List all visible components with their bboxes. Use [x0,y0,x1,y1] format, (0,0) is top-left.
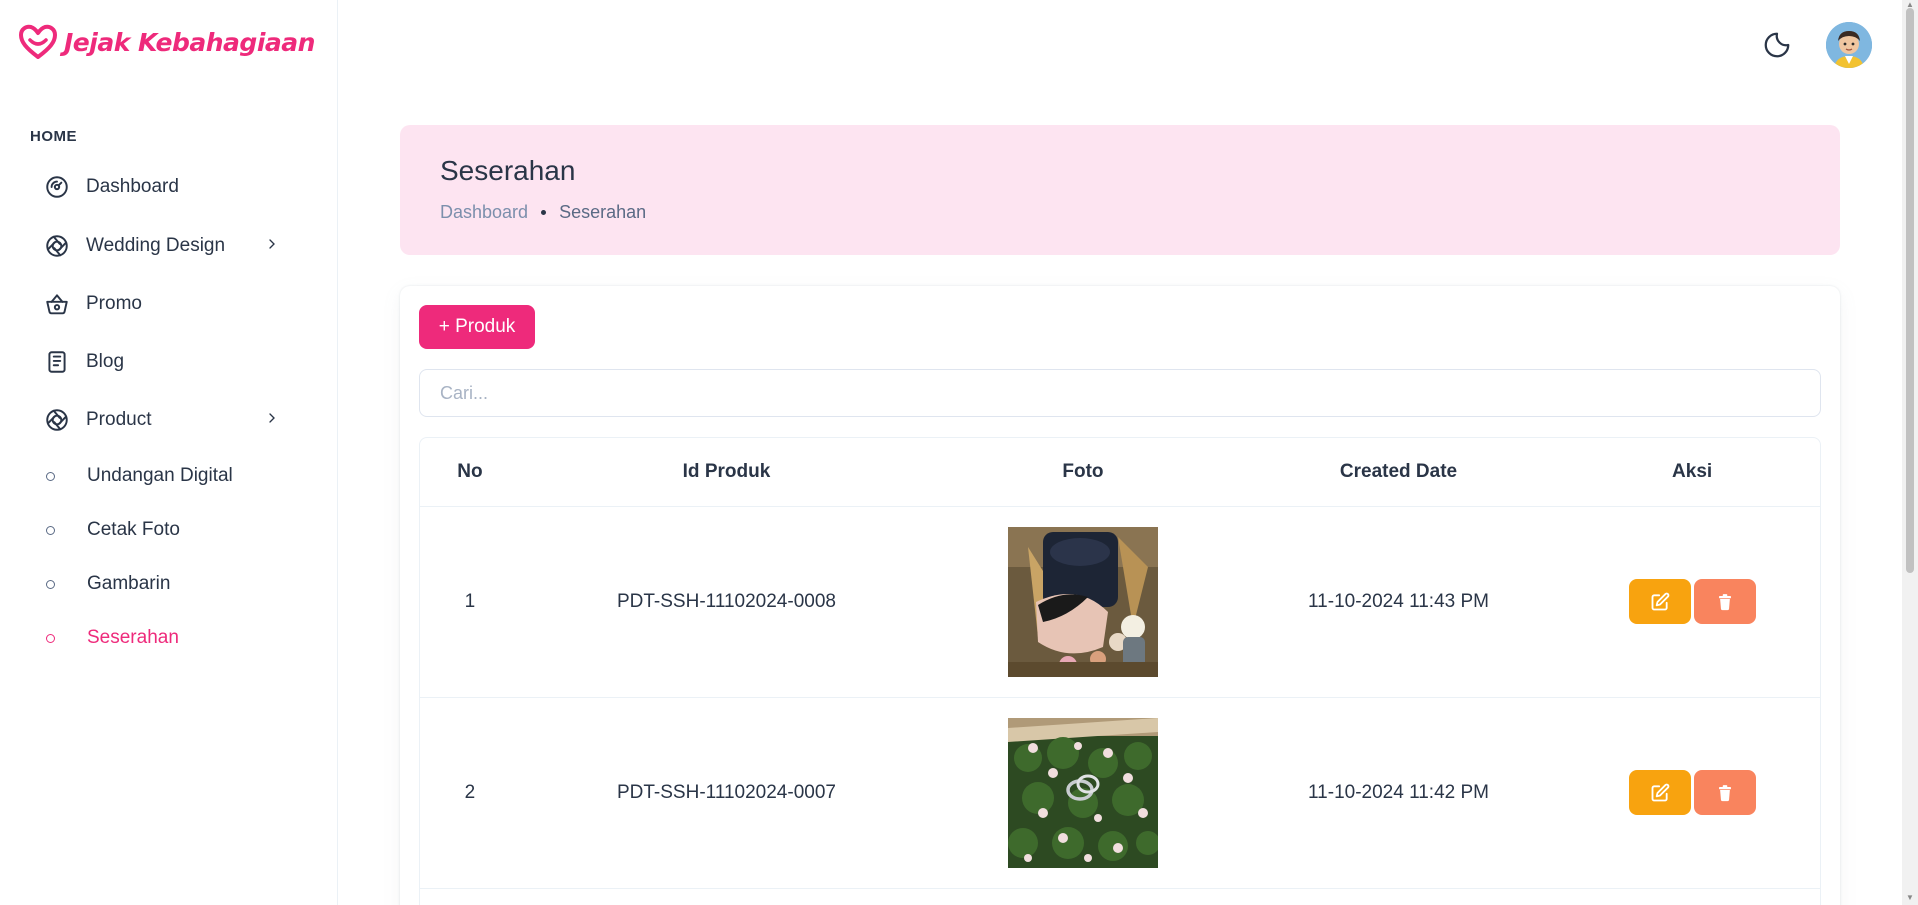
circle-bullet-icon [46,579,55,589]
user-avatar[interactable] [1826,22,1872,68]
cell-no: 1 [420,506,520,698]
cell-id-produk: PDT-SSH-11102024-0007 [519,697,934,889]
cell-no: 2 [420,697,520,889]
add-product-button[interactable]: + Produk [419,305,535,349]
sidebar-subitem-undangan-digital[interactable]: Undangan Digital [46,456,233,496]
sidebar-item-promo[interactable]: Promo [30,280,302,328]
aperture-icon [42,405,72,435]
column-header-id-produk: Id Produk [519,438,934,507]
sidebar-item-label: Dashboard [86,176,179,197]
sidebar-subitem-cetak-foto[interactable]: Cetak Foto [46,510,180,550]
brand-name: Jejak Kebahagiaan [64,27,315,57]
avatar-illustration [1826,22,1872,68]
cell-foto [933,506,1233,698]
breadcrumb: Dashboard Seserahan [440,202,646,223]
sidebar-subitem-gambarin[interactable]: Gambarin [46,564,170,604]
moon-icon [1764,32,1790,58]
sidebar-item-label: Wedding Design [86,235,226,256]
edit-icon [1651,783,1669,801]
breadcrumb-current: Seserahan [559,202,647,222]
page-title: Seserahan [440,155,576,186]
cell-aksi [1564,506,1820,698]
cell-foto [933,697,1233,889]
sidebar-item-label: Blog [86,351,125,372]
sidebar-subitem-label: Gambarin [87,573,171,594]
product-table: No Id Produk Foto Created Date Aksi 1 PD… [419,437,1821,905]
product-card: + Produk No Id Produk Foto Created Date … [400,286,1840,905]
column-header-aksi: Aksi [1564,438,1820,507]
page-header-banner: Seserahan Dashboard Seserahan [400,125,1840,255]
search-input[interactable] [419,369,1821,417]
sidebar-item-label: Product [86,409,152,430]
sidebar-item-blog[interactable]: Blog [30,338,302,386]
gauge-icon [42,172,72,202]
page-scrollbar[interactable]: ▲ ▼ [1902,0,1918,905]
sidebar-item-label: Promo [86,293,142,314]
delete-button[interactable] [1693,579,1756,624]
chevron-right-icon [269,239,275,249]
breadcrumb-link-dashboard[interactable]: Dashboard [440,202,528,223]
column-header-foto: Foto [933,438,1233,507]
sidebar-subitem-label: Undangan Digital [87,465,233,486]
moss-flowers-ring-photo[interactable] [1007,717,1158,868]
table-header-row: No Id Produk Foto Created Date Aksi [420,438,1820,507]
breadcrumb-separator [541,210,547,215]
delete-button[interactable] [1693,770,1756,815]
table-row: 1 PDT-SSH-11102024-0008 11-10-2024 11:43… [420,506,1820,698]
hampers-bag-photo[interactable] [1007,526,1158,677]
aperture-icon [42,231,72,261]
cell-id-produk: PDT-SSH-11102024-0008 [519,506,934,698]
circle-bullet-icon [46,525,55,535]
scrollbar-thumb[interactable] [1906,8,1914,573]
edit-icon [1651,592,1669,610]
circle-bullet-icon [46,471,55,481]
theme-toggle-button[interactable] [1762,30,1792,65]
sidebar-subitem-seserahan[interactable]: Seserahan [46,618,179,658]
sidebar-item-product[interactable]: Product [30,396,302,444]
table-row: 2 PDT-SSH-11102024-0007 11-10-2024 11:42… [420,697,1820,889]
trash-icon [1718,593,1731,610]
cell-created-date: 11-10-2024 11:43 PM [1232,506,1565,698]
scroll-down-arrow-icon[interactable]: ▼ [1906,893,1914,902]
sidebar: Jejak Kebahagiaan HOME Dashboard Wedding… [0,0,338,905]
nav-section-home: HOME [30,128,77,145]
edit-button[interactable] [1628,579,1691,624]
chevron-right-icon [269,413,275,423]
column-header-created-date: Created Date [1232,438,1565,507]
sidebar-subitem-label: Cetak Foto [87,519,180,540]
sidebar-item-dashboard[interactable]: Dashboard [30,163,302,211]
column-header-no: No [420,438,520,507]
notes-icon [42,347,72,377]
brand-logo[interactable]: Jejak Kebahagiaan [18,24,315,60]
cell-created-date: 11-10-2024 11:42 PM [1232,697,1565,889]
heart-logo-icon [19,24,57,59]
circle-bullet-icon [46,633,55,643]
cell-aksi [1564,697,1820,889]
edit-button[interactable] [1628,770,1691,815]
sidebar-item-wedding-design[interactable]: Wedding Design [30,222,302,270]
trash-icon [1718,784,1731,801]
basket-icon [42,289,72,319]
sidebar-subitem-label: Seserahan [87,627,179,648]
